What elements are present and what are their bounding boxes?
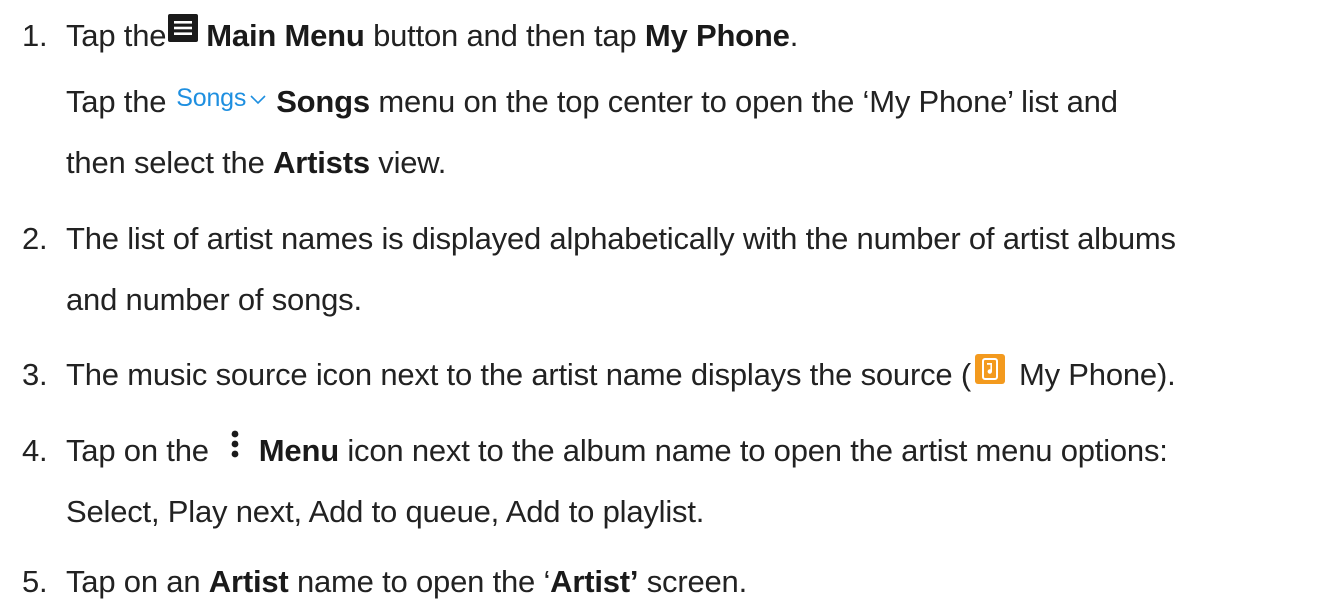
step-number: 1. — [22, 18, 48, 53]
text: button and then tap — [364, 18, 645, 53]
chevron-down-icon — [250, 79, 266, 115]
text: icon next to the album name to open the … — [338, 433, 1168, 468]
text: name to open the ‘ — [288, 564, 551, 599]
songs-label: Songs — [276, 84, 370, 119]
text: Tap the — [66, 84, 167, 119]
text: view. — [369, 145, 447, 180]
songs-menu-chip: Songs — [176, 84, 266, 112]
text: then select the — [66, 145, 274, 180]
step-5-line-1: Tap on an Artist name to open the ‘Artis… — [66, 564, 747, 600]
artist-label: Artist — [208, 564, 289, 599]
artist-screen-label: Artist’ — [550, 564, 639, 599]
step-1-line-1: Tap the Main Menu button and then tap My … — [66, 13, 799, 54]
hamburger-menu-icon — [168, 13, 199, 42]
text: Tap on the — [66, 433, 209, 468]
step-4-line-2: Select, Play next, Add to queue, Add to … — [66, 494, 705, 529]
step-2-line-1: The list of artist names is displayed al… — [66, 221, 1176, 256]
text: Tap on an — [66, 564, 209, 599]
artists-label: Artists — [273, 145, 370, 180]
step-number: 4. — [22, 433, 48, 468]
songs-chip-label: Songs — [176, 84, 247, 112]
text: Tap the — [66, 18, 167, 53]
text: My Phone). — [1018, 357, 1176, 392]
step-number: 5. — [22, 564, 48, 599]
step-1-line-2: Tap the Songs Songs menu on the top center… — [66, 84, 1118, 123]
phone-music-source-icon — [974, 353, 1005, 384]
step-number: 3. — [22, 357, 48, 392]
menu-label: Menu — [258, 433, 339, 468]
text: The music source icon next to the artist… — [66, 357, 971, 392]
step-1-line-3: then select the Artists view. — [66, 145, 446, 181]
my-phone-label: My Phone — [644, 18, 790, 53]
main-menu-label: Main Menu — [206, 18, 365, 53]
text: screen. — [638, 564, 748, 599]
step-3-line-1: The music source icon next to the artist… — [66, 353, 1176, 393]
text: menu on the top center to open the ‘My P… — [369, 84, 1118, 119]
step-2-line-2: and number of songs. — [66, 282, 362, 317]
text: . — [789, 18, 799, 53]
step-number: 2. — [22, 221, 48, 256]
step-4-line-1: Tap on the Menu icon next to the album na… — [66, 430, 1168, 469]
vertical-dots-menu-icon — [227, 429, 243, 461]
